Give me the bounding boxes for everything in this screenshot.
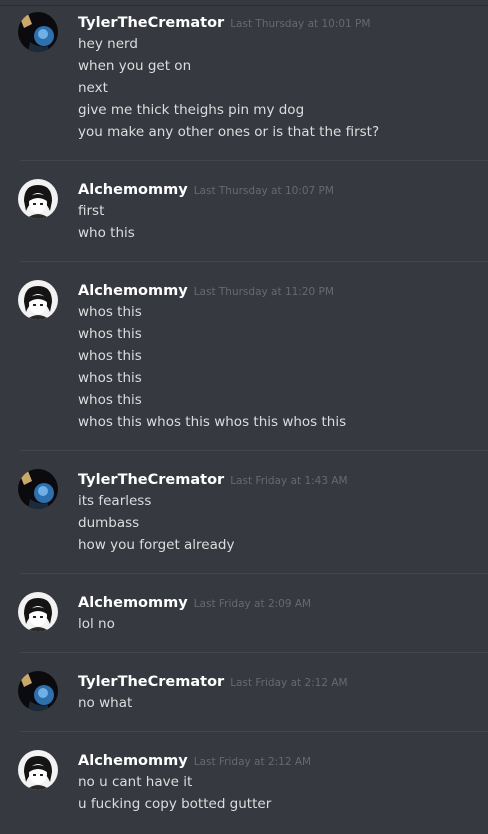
message-header: Alchemommy Last Friday at 2:12 AM [78,750,311,772]
alchemommy-avatar-icon[interactable] [18,179,58,219]
message-text: next [78,80,108,96]
divider [20,160,488,161]
message-header: TylerTheCremator Last Thursday at 10:01 P… [78,12,370,34]
message-header: Alchemommy Last Thursday at 11:20 PM [78,280,334,302]
message-text: no what [78,695,133,711]
timestamp: Last Friday at 2:12 AM [230,677,348,689]
alchemommy-avatar-icon[interactable] [18,592,58,632]
timestamp: Last Friday at 1:43 AM [230,475,348,487]
message-text: u fucking copy botted gutter [78,796,272,812]
message-text: dumbass [78,515,140,531]
timestamp: Last Thursday at 10:01 PM [230,18,371,30]
tyler-avatar-icon[interactable] [18,671,58,711]
tyler-avatar-icon[interactable] [18,12,58,52]
message-header: Alchemommy Last Friday at 2:09 AM [78,592,311,614]
message-text: lol no [78,616,115,632]
timestamp: Last Friday at 2:09 AM [193,598,312,610]
username[interactable]: TylerTheCremator [78,674,224,690]
alchemommy-avatar-icon[interactable] [18,280,58,320]
message-text: its fearless [78,493,152,509]
message-text: whos this whos this whos this whos this [78,414,347,430]
message-header: TylerTheCremator Last Friday at 1:43 AM [78,469,348,491]
message-text: give me thick theighs pin my dog [78,102,305,118]
chat-message-list: TylerTheCremator Last Thursday at 10:01 P… [0,0,488,834]
message-header: Alchemommy Last Thursday at 10:07 PM [78,179,334,201]
message-text: how you forget already [78,537,235,553]
message-text: whos this [78,326,142,342]
message-header: TylerTheCremator Last Friday at 2:12 AM [78,671,348,693]
timestamp: Last Thursday at 11:20 PM [193,286,334,298]
username[interactable]: Alchemommy [78,182,188,198]
username[interactable]: TylerTheCremator [78,15,224,31]
message-text: whos this [78,370,142,386]
message-text: hey nerd [78,36,138,52]
message-text: you make any other ones or is that the f… [78,124,380,140]
divider [20,261,488,262]
username[interactable]: TylerTheCremator [78,472,224,488]
alchemommy-avatar-icon[interactable] [18,750,58,790]
divider [20,731,488,732]
tyler-avatar-icon[interactable] [18,469,58,509]
message-text: whos this [78,348,142,364]
username[interactable]: Alchemommy [78,753,188,769]
divider [20,450,488,451]
message-text: when you get on [78,58,192,74]
message-text: who this [78,225,135,241]
message-text: whos this [78,304,142,320]
message-text: no u cant have it [78,774,193,790]
top-border [0,0,488,6]
message-text: first [78,203,105,219]
timestamp: Last Thursday at 10:07 PM [193,185,334,197]
username[interactable]: Alchemommy [78,283,188,299]
message-text: whos this [78,392,142,408]
divider [20,573,488,574]
username[interactable]: Alchemommy [78,595,188,611]
divider [20,652,488,653]
timestamp: Last Friday at 2:12 AM [193,756,312,768]
